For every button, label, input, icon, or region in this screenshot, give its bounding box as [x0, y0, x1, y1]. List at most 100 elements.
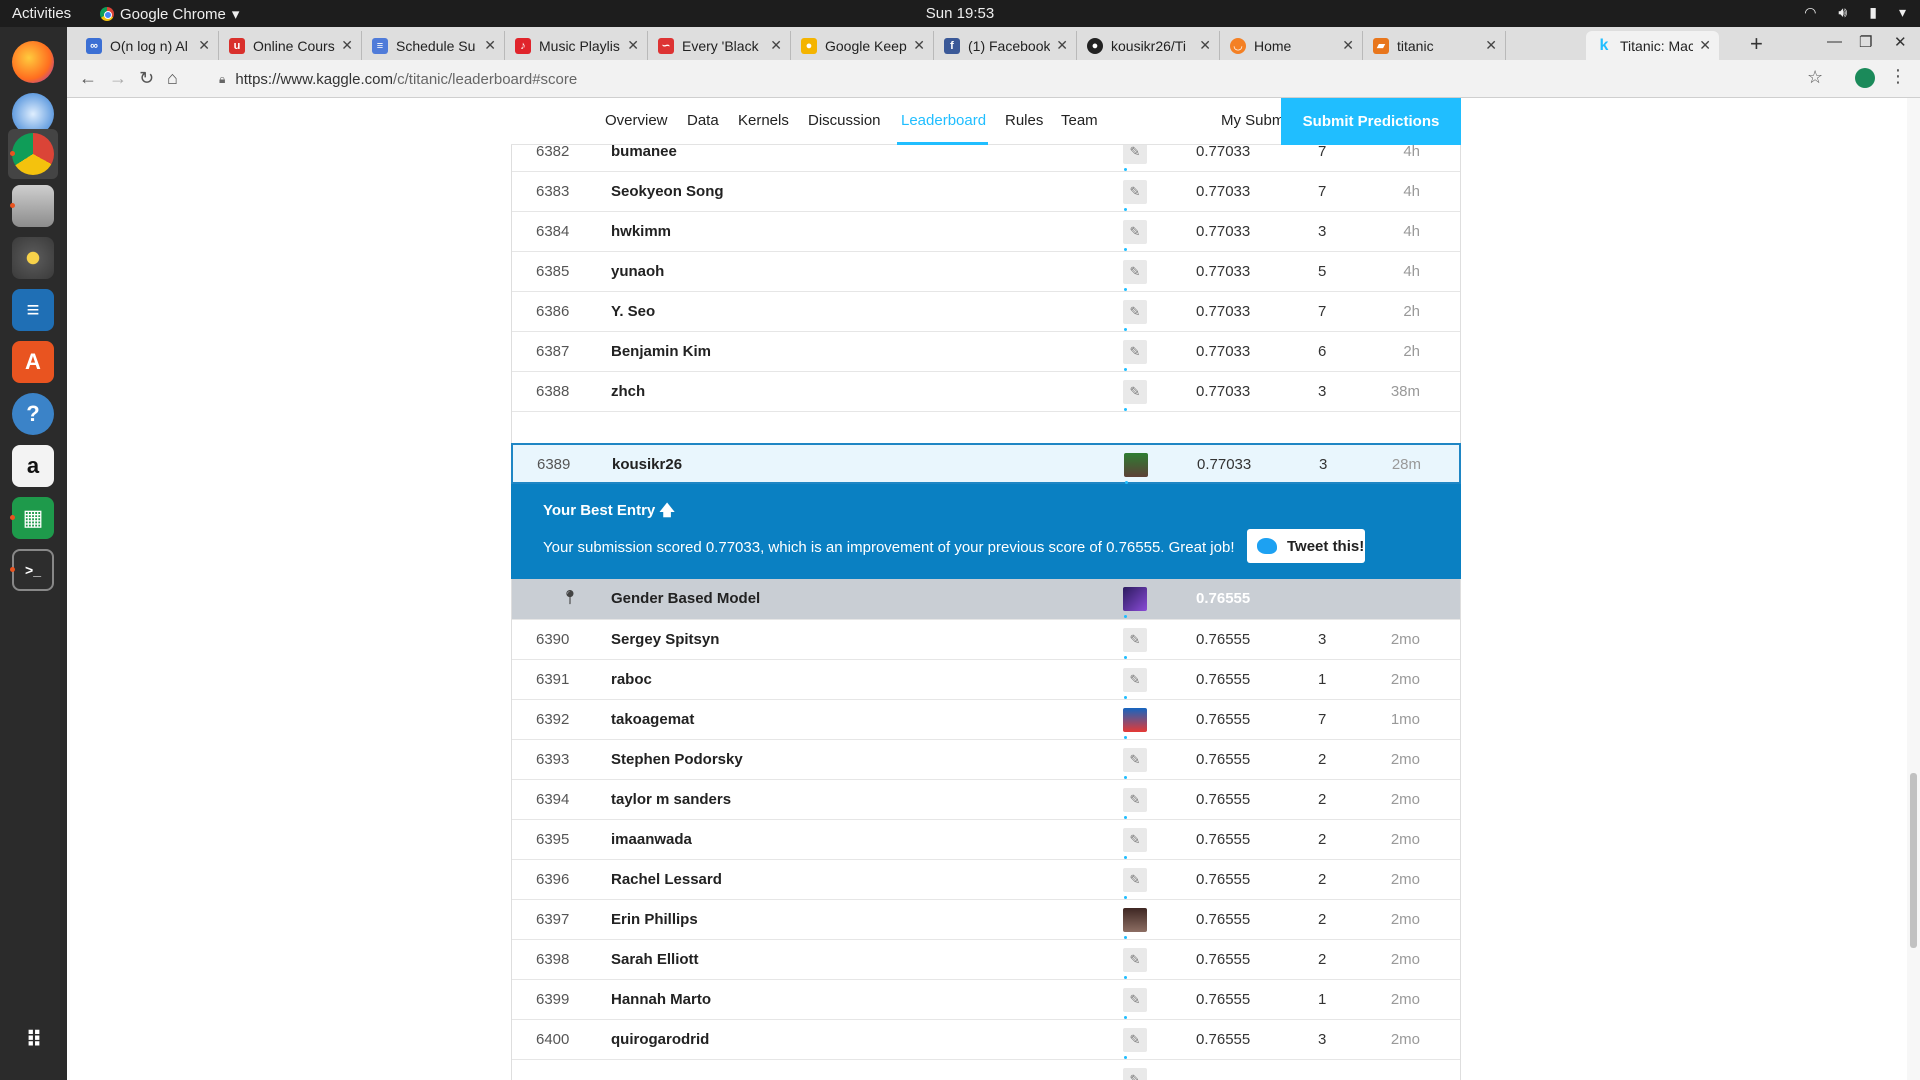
tab-kernels[interactable]: Kernels: [738, 112, 789, 129]
reload-button[interactable]: ↻: [139, 68, 154, 89]
tab-8[interactable]: ◡ Home ✕: [1220, 31, 1363, 60]
team-name[interactable]: taylor m sanders: [611, 791, 731, 808]
tab-9[interactable]: ▰ titanic ✕: [1363, 31, 1506, 60]
tab-data[interactable]: Data: [687, 112, 719, 129]
tab-rules[interactable]: Rules: [1005, 112, 1043, 129]
team-name[interactable]: yunaoh: [611, 263, 664, 280]
tab-3[interactable]: ♪ Music Playlis ✕: [505, 31, 648, 60]
close-icon[interactable]: ✕: [627, 37, 639, 54]
submit-predictions-button[interactable]: Submit Predictions: [1281, 98, 1461, 145]
avatar[interactable]: ✎: [1123, 260, 1147, 291]
tab-0[interactable]: ∞ O(n log n) Al ✕: [76, 31, 219, 60]
team-name[interactable]: kousikr26: [612, 456, 682, 473]
page-scrollbar[interactable]: [1907, 98, 1920, 1080]
tab-6[interactable]: f (1) Facebook ✕: [934, 31, 1077, 60]
avatar[interactable]: [1123, 587, 1147, 618]
tab-10-active[interactable]: k Titanic: Mac ✕: [1586, 31, 1719, 60]
back-button[interactable]: ←: [79, 68, 97, 89]
close-icon[interactable]: ✕: [341, 37, 353, 54]
close-icon[interactable]: ✕: [1342, 37, 1354, 54]
new-tab-button[interactable]: +: [1750, 31, 1763, 57]
team-name[interactable]: quirogarodrid: [611, 1031, 709, 1048]
dock-terminal[interactable]: >_: [8, 545, 58, 595]
team-name[interactable]: Seokyeon Song: [611, 183, 724, 200]
scrollbar-thumb[interactable]: [1910, 773, 1917, 948]
restore-button[interactable]: ❐: [1859, 33, 1872, 51]
avatar[interactable]: ✎: [1123, 340, 1147, 371]
system-tray[interactable]: ◠ 🔊︎ ▮ ▾: [1804, 4, 1906, 21]
team-name[interactable]: zhch: [611, 383, 645, 400]
avatar[interactable]: [1124, 453, 1148, 484]
dock-calc[interactable]: ▦: [8, 493, 58, 543]
dock-writer[interactable]: ≡: [8, 285, 58, 335]
team-name[interactable]: Sergey Spitsyn: [611, 631, 719, 648]
tab-overview[interactable]: Overview: [605, 112, 668, 129]
avatar[interactable]: ✎: [1123, 668, 1147, 699]
team-name[interactable]: Rachel Lessard: [611, 871, 722, 888]
team-name[interactable]: Stephen Podorsky: [611, 751, 743, 768]
dock-chrome[interactable]: [8, 129, 58, 179]
avatar[interactable]: ✎: [1123, 948, 1147, 979]
close-icon[interactable]: ✕: [1056, 37, 1068, 54]
close-icon[interactable]: ✕: [198, 37, 210, 54]
avatar[interactable]: ✎: [1123, 300, 1147, 331]
avatar[interactable]: ✎: [1123, 220, 1147, 251]
clock[interactable]: Sun 19:53: [0, 5, 1920, 22]
close-icon[interactable]: ✕: [1199, 37, 1211, 54]
forward-button[interactable]: →: [109, 68, 127, 89]
tweet-button[interactable]: Tweet this!: [1247, 529, 1365, 563]
team-name[interactable]: Erin Phillips: [611, 911, 698, 928]
avatar[interactable]: ✎: [1123, 748, 1147, 779]
avatar[interactable]: ✎: [1123, 868, 1147, 899]
dock-amazon[interactable]: a: [8, 441, 58, 491]
dock-firefox[interactable]: [8, 37, 58, 87]
dock-files[interactable]: [8, 181, 58, 231]
team-name[interactable]: Sarah Elliott: [611, 951, 699, 968]
close-icon[interactable]: ✕: [1699, 37, 1711, 54]
bookmark-star-icon[interactable]: ☆: [1807, 67, 1823, 88]
tab-leaderboard[interactable]: Leaderboard: [901, 112, 986, 129]
team-name[interactable]: bumanee: [611, 143, 677, 160]
close-icon[interactable]: ✕: [484, 37, 496, 54]
dock-help[interactable]: ?: [8, 389, 58, 439]
tab-2[interactable]: ≡ Schedule Su ✕: [362, 31, 505, 60]
avatar[interactable]: ✎: [1123, 1028, 1147, 1059]
avatar[interactable]: [1123, 708, 1147, 739]
close-icon[interactable]: ✕: [770, 37, 782, 54]
team-name[interactable]: Hannah Marto: [611, 991, 711, 1008]
avatar[interactable]: ✎: [1123, 788, 1147, 819]
tab-discussion[interactable]: Discussion: [808, 112, 881, 129]
tab-1[interactable]: u Online Cours ✕: [219, 31, 362, 60]
team-name[interactable]: hwkimm: [611, 223, 671, 240]
extension-icon[interactable]: [1855, 68, 1875, 88]
address-bar[interactable]: 🔒︎ https://www.kaggle.com/c/titanic/lead…: [207, 66, 1887, 92]
tab-5[interactable]: ● Google Keep ✕: [791, 31, 934, 60]
close-icon[interactable]: ✕: [1485, 37, 1497, 54]
team-name[interactable]: takoagemat: [611, 711, 694, 728]
tab-7[interactable]: ● kousikr26/Ti ✕: [1077, 31, 1220, 60]
window-close-button[interactable]: ✕: [1894, 33, 1907, 51]
avatar[interactable]: ✎: [1123, 828, 1147, 859]
dock-software[interactable]: A: [8, 337, 58, 387]
entries: 7: [1318, 183, 1327, 200]
avatar[interactable]: ✎: [1123, 180, 1147, 211]
close-icon[interactable]: ✕: [913, 37, 925, 54]
avatar[interactable]: ✎: [1123, 1068, 1147, 1080]
dock-show-apps[interactable]: ⠿: [8, 1015, 58, 1065]
home-button[interactable]: ⌂: [167, 68, 178, 89]
tab-4[interactable]: ∽ Every 'Black ✕: [648, 31, 791, 60]
avatar[interactable]: ✎: [1123, 988, 1147, 1019]
tab-team[interactable]: Team: [1061, 112, 1098, 129]
dock-rhythmbox[interactable]: [8, 233, 58, 283]
team-name[interactable]: imaanwada: [611, 831, 692, 848]
avatar[interactable]: ✎: [1123, 380, 1147, 411]
team-name[interactable]: raboc: [611, 671, 652, 688]
app-menu[interactable]: Google Chrome ▾: [100, 5, 239, 23]
activities-button[interactable]: Activities: [12, 5, 71, 22]
team-name[interactable]: Y. Seo: [611, 303, 655, 320]
avatar[interactable]: ✎: [1123, 628, 1147, 659]
chrome-menu-icon[interactable]: ⋮: [1889, 66, 1907, 87]
minimize-button[interactable]: —: [1827, 33, 1842, 50]
team-name[interactable]: Benjamin Kim: [611, 343, 711, 360]
avatar[interactable]: [1123, 908, 1147, 939]
